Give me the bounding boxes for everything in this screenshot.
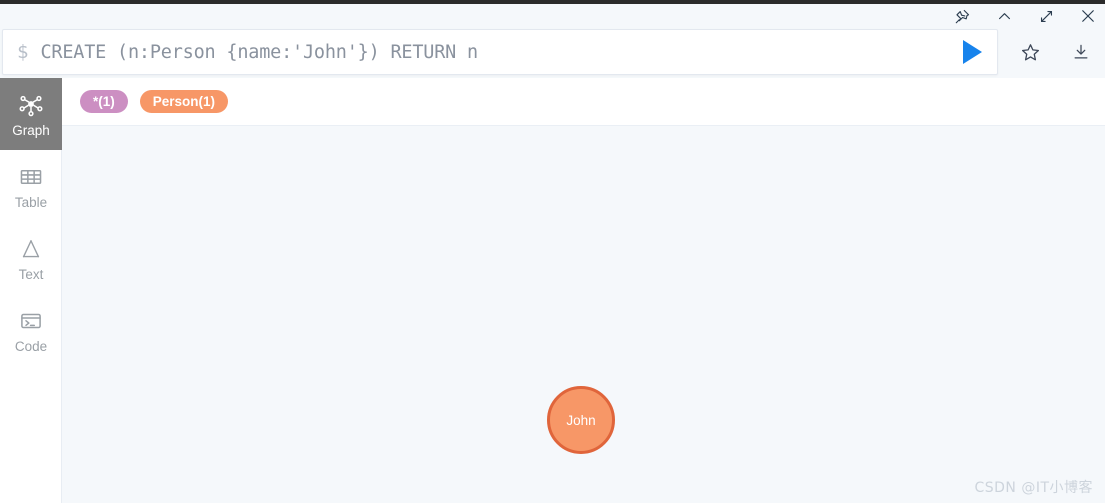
legend-bar: *(1) Person(1) xyxy=(62,78,1105,126)
graph-result-content: *(1) Person(1) John CSDN @IT小博客 xyxy=(62,78,1105,503)
window-controls xyxy=(953,4,1097,28)
prompt-sigil: $ xyxy=(17,41,29,63)
sidebar-item-text-label: Text xyxy=(18,267,44,283)
watermark: CSDN @IT小博客 xyxy=(974,480,1093,496)
expand-icon[interactable] xyxy=(1037,7,1055,25)
results-panel: Graph Table Text Code *(1) Person(1) Joh… xyxy=(0,78,1105,503)
download-icon[interactable] xyxy=(1070,41,1092,63)
legend-pill-all[interactable]: *(1) xyxy=(80,90,128,113)
query-input[interactable]: CREATE (n:Person {name:'John'}) RETURN n xyxy=(40,42,957,63)
query-editor-row: $ CREATE (n:Person {name:'John'}) RETURN… xyxy=(0,28,1105,76)
graph-node-john[interactable]: John xyxy=(547,386,615,454)
favorite-star-icon[interactable] xyxy=(1019,41,1041,63)
code-icon xyxy=(18,306,44,336)
sidebar-item-table[interactable]: Table xyxy=(0,150,62,222)
sidebar-item-code[interactable]: Code xyxy=(0,294,62,366)
close-icon[interactable] xyxy=(1079,7,1097,25)
table-icon xyxy=(18,162,44,192)
sidebar-item-text[interactable]: Text xyxy=(0,222,62,294)
sidebar-item-code-label: Code xyxy=(14,339,48,355)
play-icon xyxy=(962,40,982,64)
graph-icon xyxy=(17,90,45,120)
text-icon xyxy=(18,234,44,264)
result-view-sidebar: Graph Table Text Code xyxy=(0,78,62,503)
chevron-up-icon[interactable] xyxy=(995,7,1013,25)
run-query-button[interactable] xyxy=(957,37,987,67)
editor-actions xyxy=(1019,41,1092,63)
legend-pill-person[interactable]: Person(1) xyxy=(139,90,229,113)
sidebar-item-table-label: Table xyxy=(14,195,48,211)
graph-canvas[interactable]: John CSDN @IT小博客 xyxy=(62,126,1105,503)
title-bar-strip xyxy=(0,0,1105,4)
pin-icon[interactable] xyxy=(953,7,971,25)
sidebar-item-graph[interactable]: Graph xyxy=(0,78,62,150)
graph-node-label: John xyxy=(566,412,596,428)
sidebar-item-graph-label: Graph xyxy=(12,123,50,139)
query-editor[interactable]: $ CREATE (n:Person {name:'John'}) RETURN… xyxy=(2,29,998,75)
